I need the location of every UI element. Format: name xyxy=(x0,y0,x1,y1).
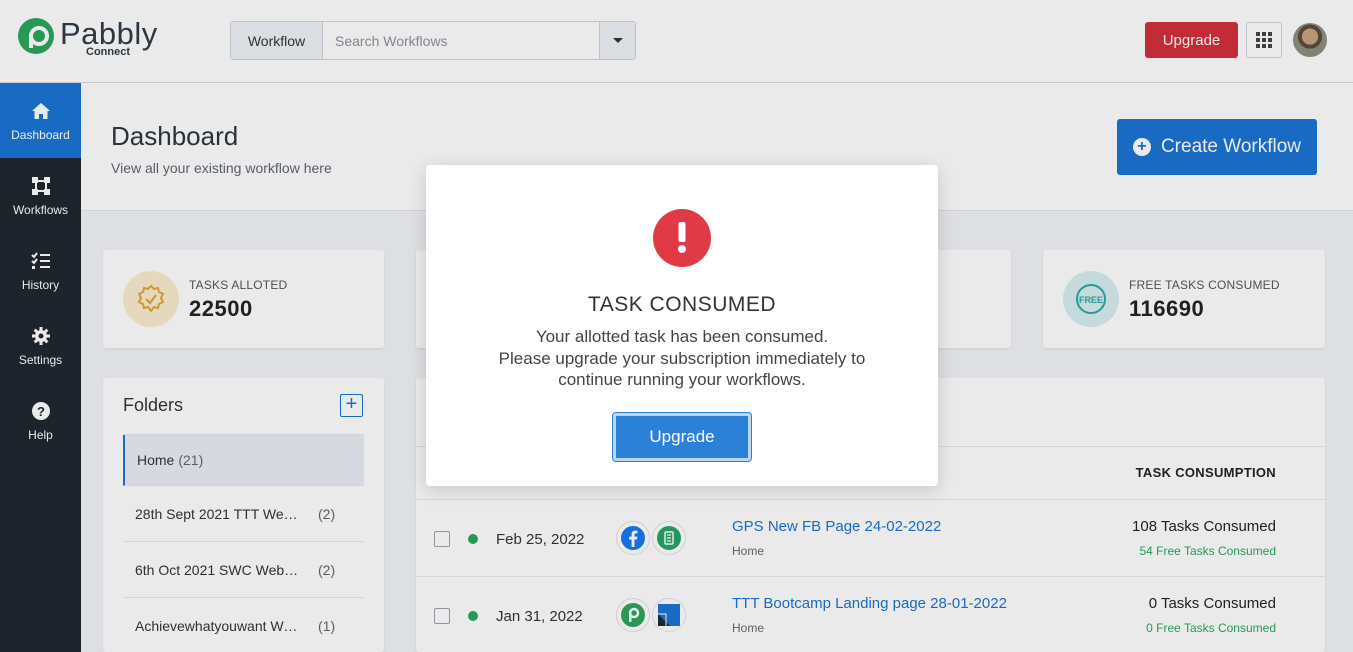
modal-title: TASK CONSUMED xyxy=(587,293,777,316)
task-consumed-modal: TASK CONSUMED Your allotted task has bee… xyxy=(426,165,938,486)
modal-upgrade-button[interactable]: Upgrade xyxy=(612,412,752,462)
modal-message: Your allotted task has been consumed. Pl… xyxy=(498,327,866,389)
exclamation-icon xyxy=(653,209,711,267)
